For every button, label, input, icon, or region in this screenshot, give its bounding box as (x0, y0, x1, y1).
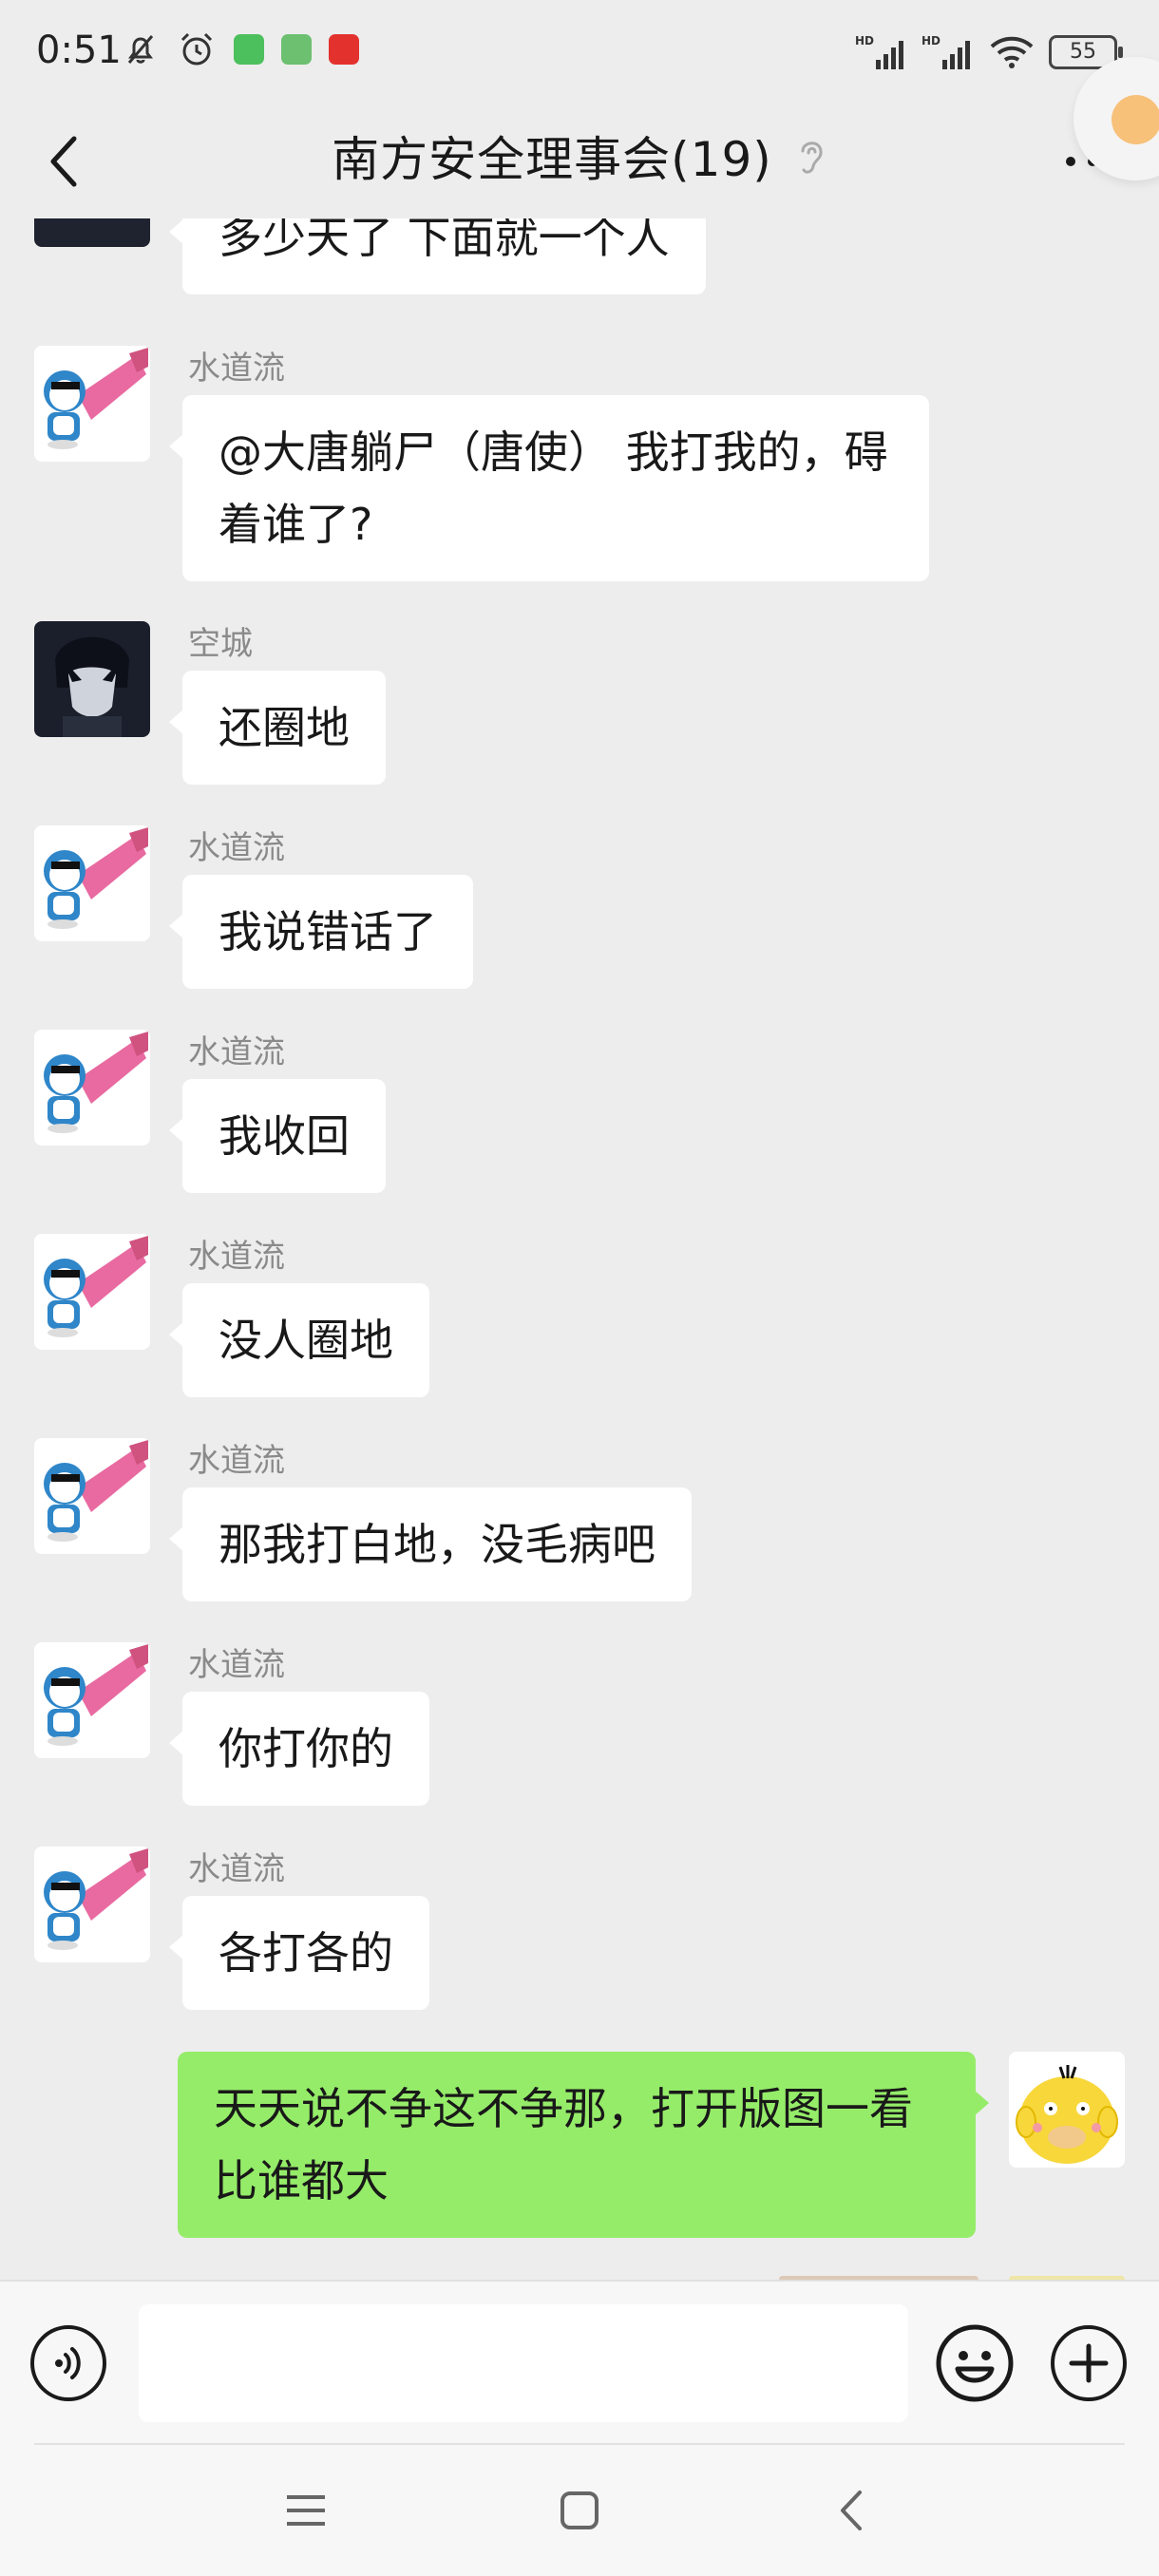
menu-icon (287, 2495, 325, 2526)
chat-header: 南方安全理事会(19) (0, 104, 1159, 218)
status-time: 0:51 (36, 28, 122, 72)
message-bubble[interactable]: 各打各的 (169, 1896, 429, 2010)
green-app-icon (281, 34, 312, 65)
doraemon-avatar-image (34, 1847, 150, 1962)
floating-app-icon (1112, 95, 1159, 144)
message-bubble[interactable]: 没人圈地 (169, 1283, 429, 1397)
system-status-icons: HD HD 55 (855, 28, 1123, 76)
doraemon-avatar-image (34, 1030, 150, 1146)
back-nav-button[interactable] (813, 2477, 889, 2544)
message-bubble[interactable]: 多少天了 下面就一个人 (169, 218, 706, 294)
sender-name: 水道流 (188, 1033, 285, 1071)
bell-off-icon (127, 35, 154, 64)
more-functions-button[interactable] (1051, 2325, 1127, 2401)
sender-name: 水道流 (188, 1850, 285, 1888)
message-bubble[interactable]: 还圈地 (169, 671, 386, 785)
meituan-app-icon (234, 34, 264, 65)
avatar-shuidaoliu[interactable] (34, 1642, 150, 1758)
emoji-button[interactable] (935, 2323, 1015, 2403)
svg-text:HD: HD (855, 34, 874, 47)
avatar-shuidaoliu[interactable] (34, 825, 150, 941)
avatar-shuidaoliu[interactable] (34, 1847, 150, 1962)
home-nav-button[interactable] (542, 2477, 618, 2544)
avatar-shuidaoliu[interactable] (34, 346, 150, 462)
red-app-icon (329, 34, 359, 65)
doraemon-avatar-image (34, 825, 150, 941)
avatar-kongcheng[interactable] (34, 218, 150, 247)
menu-nav-button[interactable] (268, 2477, 344, 2544)
system-navigation-bar (0, 2443, 1159, 2576)
message-bubble[interactable]: 我说错话了 (169, 875, 473, 989)
doraemon-avatar-image (34, 346, 150, 462)
input-bar (0, 2280, 1159, 2445)
avatar-kongcheng[interactable] (34, 621, 150, 737)
wifi-icon (990, 36, 1034, 68)
sender-name: 水道流 (188, 1442, 285, 1480)
doraemon-avatar-image (34, 1234, 150, 1350)
voice-input-button[interactable] (30, 2325, 106, 2401)
signal-hd-icon-2: HD (922, 34, 970, 69)
message-bubble[interactable]: 我收回 (169, 1079, 386, 1193)
avatar-self[interactable] (1009, 2052, 1125, 2168)
ear-icon (801, 142, 823, 174)
sender-name: 水道流 (188, 829, 285, 867)
psyduck-avatar-image (1009, 2052, 1125, 2168)
alarm-icon (180, 32, 213, 66)
home-square-icon (560, 2491, 598, 2529)
sender-name: 水道流 (188, 1646, 285, 1684)
plus-icon (1069, 2343, 1109, 2383)
emoji-icon (936, 2324, 1014, 2402)
message-bubble[interactable]: @大唐躺尸（唐使） 我打我的，碍着谁了? (169, 395, 929, 581)
chat-title: 南方安全理事会(19) (332, 132, 772, 187)
svg-text:HD: HD (922, 34, 940, 47)
doraemon-avatar-image (34, 1438, 150, 1554)
sender-name: 空城 (188, 625, 253, 663)
back-triangle-icon (841, 2491, 862, 2530)
doraemon-avatar-image (34, 1642, 150, 1758)
sender-name: 水道流 (188, 350, 285, 388)
avatar-shuidaoliu[interactable] (34, 1438, 150, 1554)
status-bar: 0:51 HD HD 55 (0, 0, 1159, 104)
avatar-shuidaoliu[interactable] (34, 1030, 150, 1146)
avatar-shuidaoliu[interactable] (34, 1234, 150, 1350)
dark-anime-avatar-image (34, 621, 150, 737)
sender-name: 水道流 (188, 1238, 285, 1276)
message-bubble[interactable]: 那我打白地，没毛病吧 (169, 1487, 692, 1601)
message-input[interactable] (139, 2304, 908, 2422)
message-list[interactable]: 多少天了 下面就一个人 水道流 @大唐躺尸（唐使） 我打我的，碍着谁了? 空城 … (0, 218, 1159, 2280)
signal-hd-icon: HD (855, 34, 903, 69)
notification-icons (122, 28, 359, 70)
message-bubble-self[interactable]: 天天说不争这不争那，打开版图一看比谁都大 (178, 2052, 989, 2238)
message-bubble[interactable]: 你打你的 (169, 1692, 429, 1806)
divider (34, 2443, 1125, 2445)
voice-icon (55, 2347, 81, 2379)
